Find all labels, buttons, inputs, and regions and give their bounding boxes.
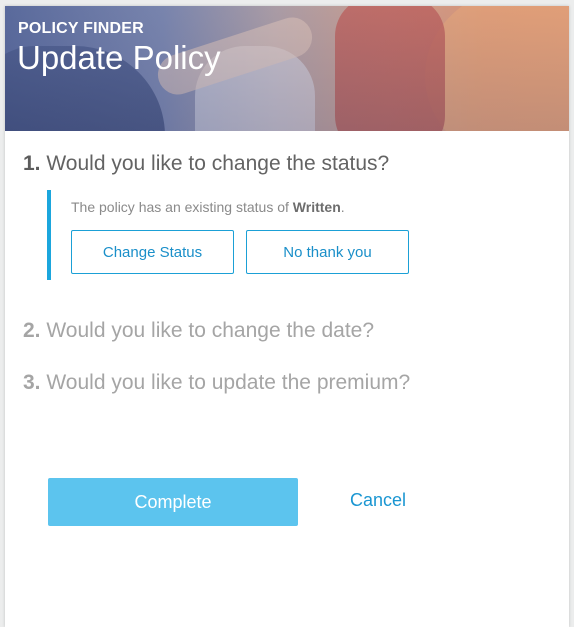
step-3-question[interactable]: 3. Would you like to update the premium? — [23, 371, 410, 395]
step-1-question[interactable]: 1. Would you like to change the status? — [23, 152, 389, 176]
step-2-label: Would you like to change the date? — [46, 319, 375, 342]
step-1-number: 1. — [23, 152, 41, 175]
cancel-link[interactable]: Cancel — [350, 490, 406, 511]
no-thank-you-button[interactable]: No thank you — [246, 230, 409, 274]
step-1-label: Would you like to change the status? — [46, 152, 390, 175]
header-banner: POLICY FINDER Update Policy — [5, 6, 569, 131]
page-title: Update Policy — [17, 39, 221, 76]
app-eyebrow: POLICY FINDER — [18, 20, 144, 37]
complete-button[interactable]: Complete — [48, 478, 298, 526]
current-status-value: Written — [292, 199, 341, 215]
step-3-number: 3. — [23, 371, 41, 394]
step-2-question[interactable]: 2. Would you like to change the date? — [23, 319, 374, 343]
step-2-number: 2. — [23, 319, 41, 342]
update-policy-dialog: POLICY FINDER Update Policy 1. Would you… — [5, 6, 569, 627]
status-description: The policy has an existing status of Wri… — [71, 199, 345, 215]
step-3-label: Would you like to update the premium? — [46, 371, 411, 394]
change-status-button[interactable]: Change Status — [71, 230, 234, 274]
status-step-panel: The policy has an existing status of Wri… — [47, 190, 511, 280]
